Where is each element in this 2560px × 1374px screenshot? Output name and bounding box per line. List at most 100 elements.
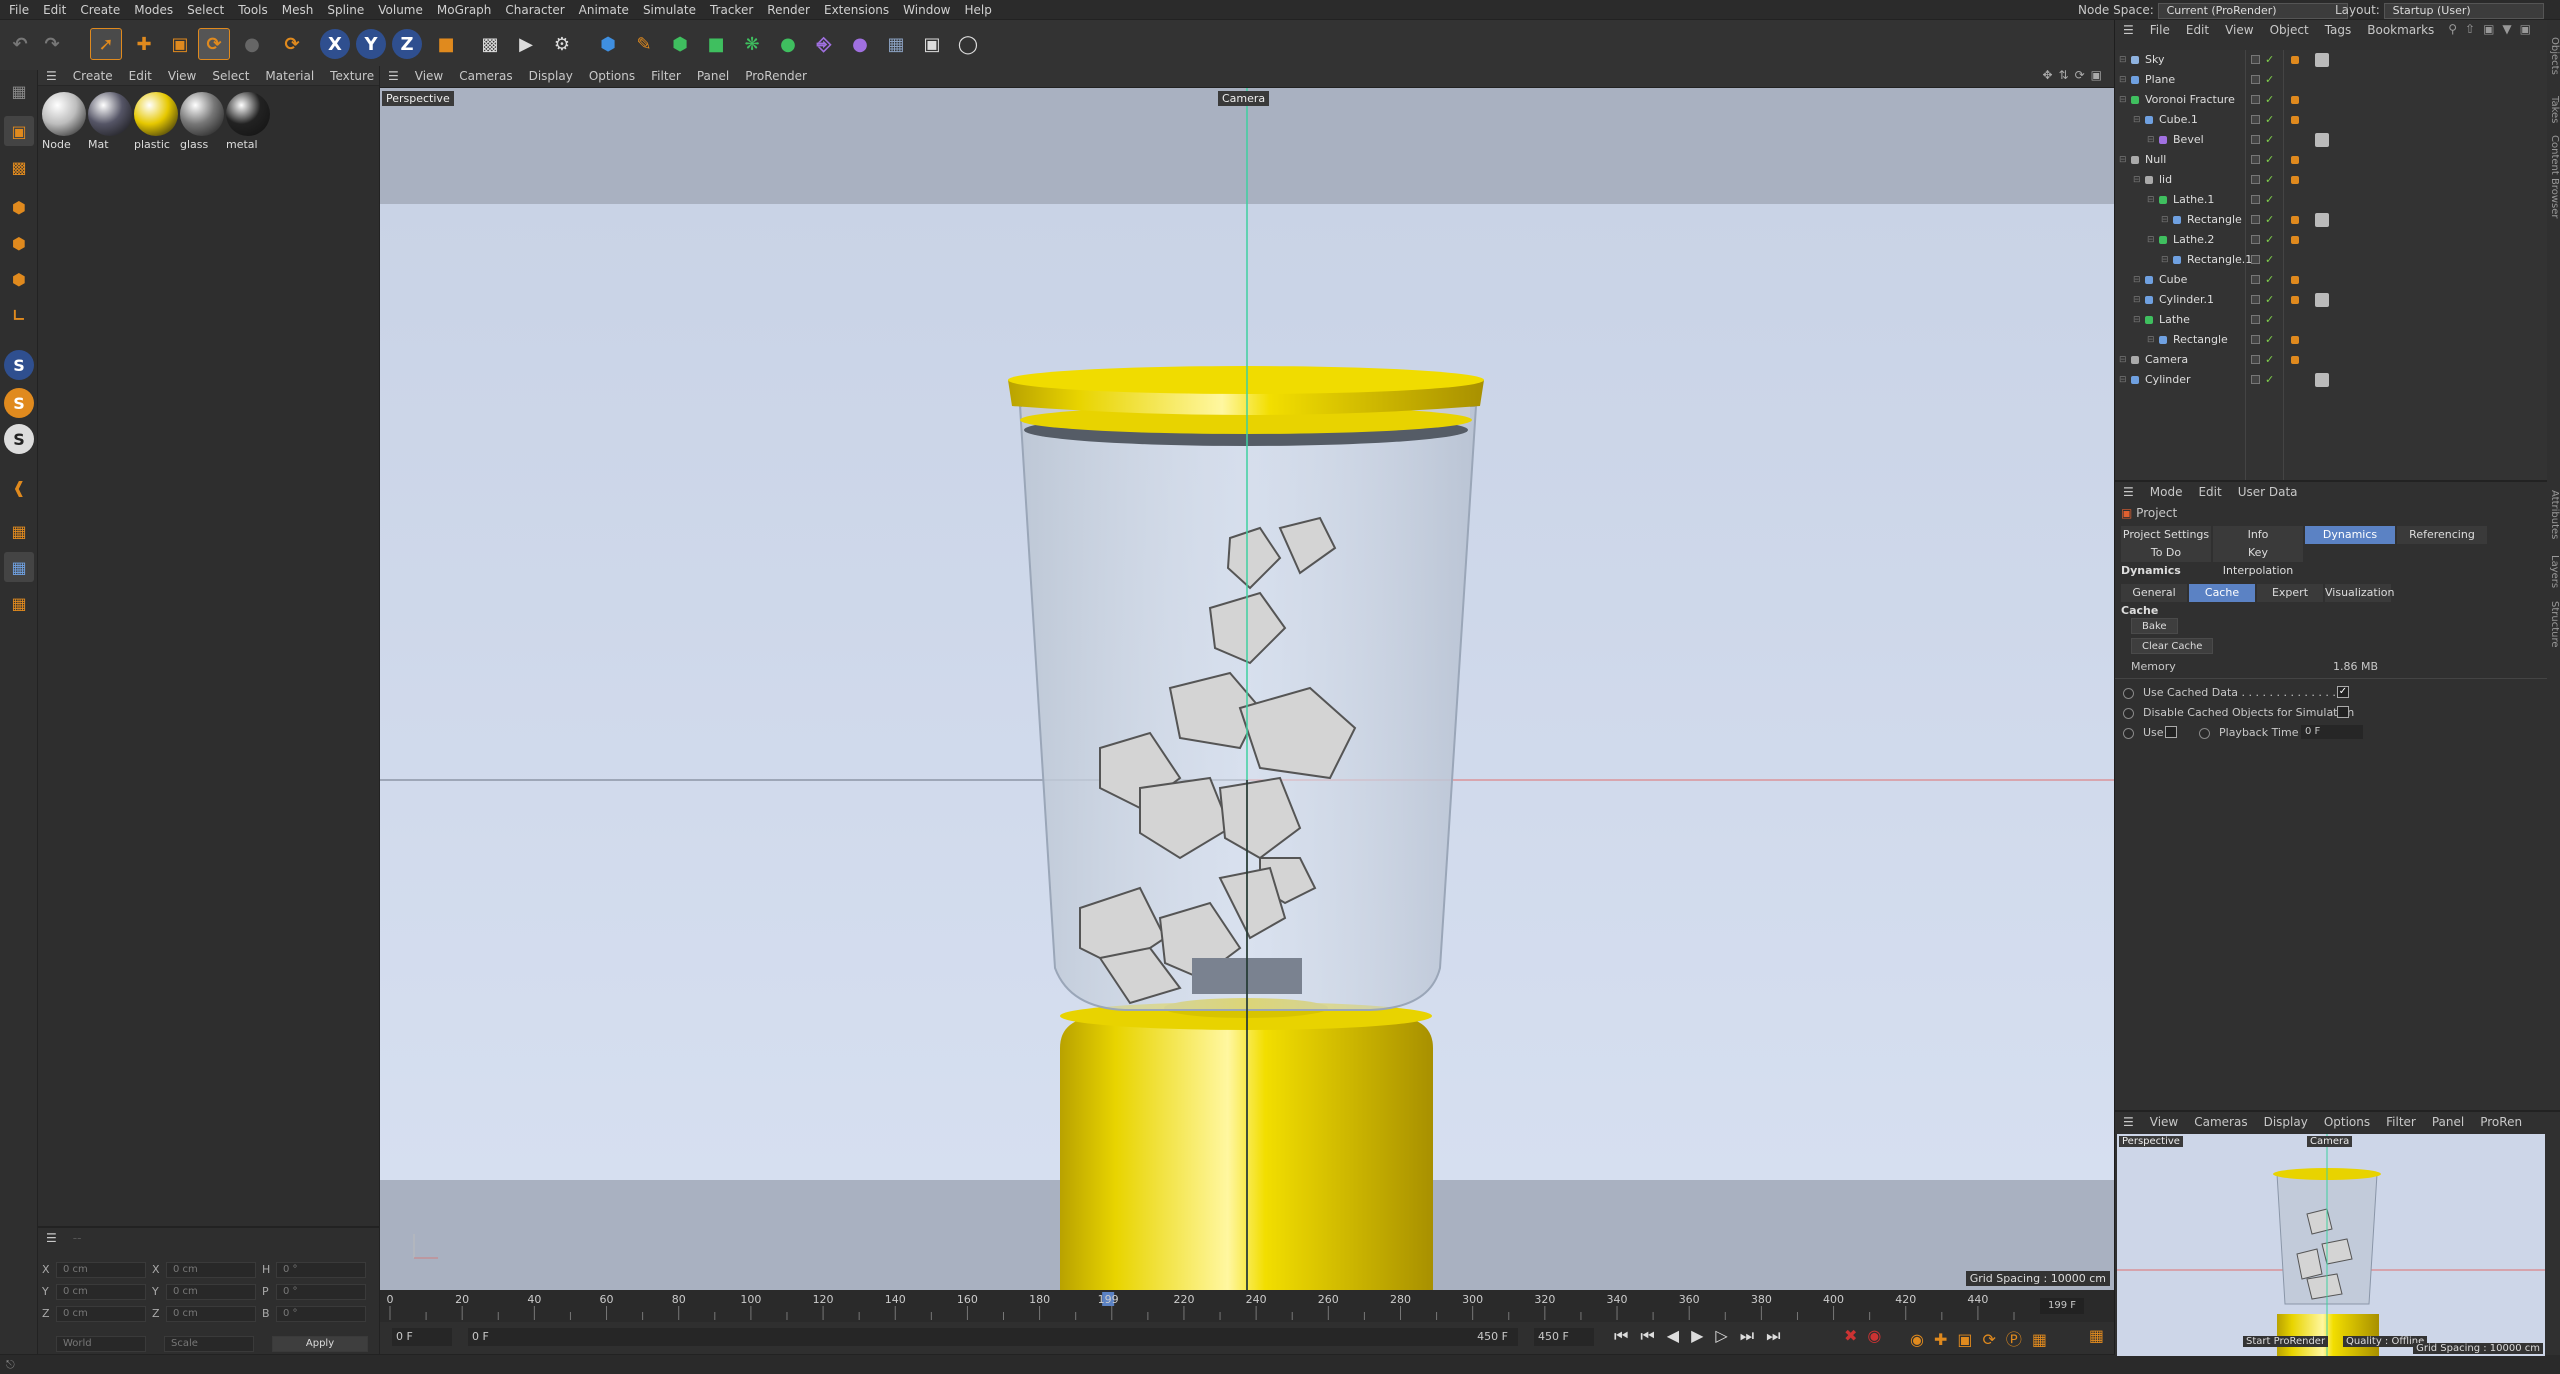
world-dropdown[interactable]: World	[56, 1336, 146, 1352]
object-row[interactable]: ⊟ Cube ✓	[2115, 270, 2547, 290]
enabled-check-icon[interactable]: ✓	[2265, 250, 2274, 270]
menu-create[interactable]: Create	[65, 66, 121, 86]
menu-extensions[interactable]: Extensions	[817, 0, 896, 20]
use-checkbox[interactable]	[2165, 726, 2177, 738]
secondary-camera-label[interactable]: Camera	[2307, 1136, 2353, 1147]
menu-prorender[interactable]: ProRender	[737, 66, 815, 86]
visibility-toggle[interactable]	[2251, 275, 2260, 284]
menu-file[interactable]: File	[2, 0, 36, 20]
perspective-label[interactable]: Perspective	[382, 91, 454, 106]
object-row[interactable]: ⊟ Sky ✓	[2115, 50, 2547, 70]
object-row[interactable]: ⊟ Lathe.1 ✓	[2115, 190, 2547, 210]
use-cached-checkbox[interactable]: ✓	[2337, 686, 2349, 698]
menu-proren[interactable]: ProRen	[2472, 1112, 2530, 1132]
use-radio[interactable]	[2123, 728, 2134, 739]
visibility-toggle[interactable]	[2251, 375, 2260, 384]
enabled-check-icon[interactable]: ✓	[2265, 270, 2274, 290]
tag-icon[interactable]	[2291, 296, 2299, 304]
floor-icon[interactable]: ▦	[880, 28, 912, 60]
playback-time-field[interactable]: 0 F	[2301, 725, 2363, 739]
menu-filter[interactable]: Filter	[2378, 1112, 2424, 1132]
bake-button[interactable]: Bake	[2131, 618, 2178, 634]
apply-button[interactable]: Apply	[272, 1336, 368, 1352]
node-space-dropdown[interactable]: Current (ProRender)	[2157, 2, 2348, 19]
menu-display[interactable]: Display	[2256, 1112, 2316, 1132]
menu-tags[interactable]: Tags	[2317, 20, 2360, 40]
side-tab-takes[interactable]: Takes	[2546, 90, 2560, 130]
material-tag-icon[interactable]	[2315, 293, 2329, 307]
tab-project-settings[interactable]: Project Settings	[2121, 526, 2211, 544]
end-frame-input[interactable]: 450 F	[1534, 1328, 1594, 1346]
extrude-icon[interactable]: ■	[700, 28, 732, 60]
menu-options[interactable]: Options	[581, 66, 643, 86]
visibility-toggle[interactable]	[2251, 195, 2260, 204]
enabled-check-icon[interactable]: ✓	[2265, 210, 2274, 230]
secondary-perspective-label[interactable]: Perspective	[2119, 1136, 2183, 1147]
tab-dynamics[interactable]: Dynamics	[2305, 526, 2395, 544]
visibility-toggle[interactable]	[2251, 55, 2260, 64]
visibility-toggle[interactable]	[2251, 135, 2260, 144]
menu-bookmarks[interactable]: Bookmarks	[2359, 20, 2442, 40]
expand-icon[interactable]: ⊟	[2147, 330, 2155, 350]
coord-field[interactable]: 0 °	[276, 1284, 366, 1300]
enabled-check-icon[interactable]: ✓	[2265, 150, 2274, 170]
tag-icon[interactable]	[2291, 176, 2299, 184]
end-frame-field[interactable]: 199 F	[2040, 1298, 2084, 1314]
undo-icon[interactable]: ↶	[4, 28, 36, 60]
side-tab-attributes[interactable]: Attributes	[2546, 480, 2560, 550]
tag-icon[interactable]	[2291, 276, 2299, 284]
playback-time-radio[interactable]	[2199, 728, 2210, 739]
subdivision-icon[interactable]: ⬢	[664, 28, 696, 60]
menu-select[interactable]: Select	[204, 66, 257, 86]
tag-icon[interactable]	[2291, 216, 2299, 224]
expand-icon[interactable]: ⊟	[2119, 90, 2127, 110]
menu-display[interactable]: Display	[521, 66, 581, 86]
cube-object-icon[interactable]: ⬢	[592, 28, 624, 60]
clear-cache-button[interactable]: Clear Cache	[2131, 638, 2214, 654]
enabled-check-icon[interactable]: ✓	[2265, 330, 2274, 350]
menu-panel[interactable]: Panel	[2424, 1112, 2472, 1132]
visibility-toggle[interactable]	[2251, 255, 2260, 264]
expand-icon[interactable]: ⊟	[2133, 270, 2141, 290]
axis-mode-icon[interactable]: ∟	[4, 300, 34, 330]
live-selection-icon[interactable]: ●	[236, 28, 268, 60]
material-plastic[interactable]: plastic	[134, 92, 180, 151]
redo-icon[interactable]: ↷	[36, 28, 68, 60]
material-node[interactable]: Node	[42, 92, 88, 151]
locked-workplane-icon[interactable]: ▦	[4, 588, 34, 618]
menu-file[interactable]: File	[2142, 20, 2178, 40]
hamburger-icon[interactable]: ☰	[38, 1228, 65, 1248]
hamburger-icon[interactable]: ☰	[38, 66, 65, 86]
menu-tracker[interactable]: Tracker	[703, 0, 760, 20]
secondary-viewport-canvas[interactable]: Perspective Camera Start ProRender Quali…	[2117, 1134, 2545, 1356]
material-metal[interactable]: metal	[226, 92, 272, 151]
object-row[interactable]: ⊟ Camera ✓	[2115, 350, 2547, 370]
menu-mograph[interactable]: MoGraph	[430, 0, 499, 20]
render-region-icon[interactable]: ▩	[474, 28, 506, 60]
menu-view[interactable]: View	[407, 66, 451, 86]
expand-icon[interactable]: ⊟	[2133, 110, 2141, 130]
expand-icon[interactable]: ⊟	[2147, 230, 2155, 250]
coord-field[interactable]: 0 cm	[166, 1306, 256, 1322]
object-row[interactable]: ⊟ Null ✓	[2115, 150, 2547, 170]
playback-controls[interactable]: ⏮⏮◀▶▷⏭⏭	[1614, 1326, 1793, 1346]
object-row[interactable]: ⊟ Cylinder.1 ✓	[2115, 290, 2547, 310]
workplane-icon[interactable]: ▦	[4, 516, 34, 546]
make-editable-icon[interactable]: ▦	[4, 76, 34, 106]
grid-icon[interactable]: ▦	[4, 552, 34, 582]
material-tag-icon[interactable]	[2315, 213, 2329, 227]
expand-icon[interactable]: ⊟	[2133, 290, 2141, 310]
menu-edit[interactable]: Edit	[2178, 20, 2217, 40]
coord-field[interactable]: 0 cm	[56, 1284, 146, 1300]
menu-tools[interactable]: Tools	[231, 0, 275, 20]
menu-material[interactable]: Material	[257, 66, 322, 86]
menu-render[interactable]: Render	[760, 0, 817, 20]
scale-dropdown[interactable]: Scale	[164, 1336, 254, 1352]
light-icon[interactable]: ◯	[952, 28, 984, 60]
expand-icon[interactable]: ⊟	[2119, 70, 2127, 90]
field-icon[interactable]: ●	[844, 28, 876, 60]
range-slider[interactable]: 0 F 450 F	[468, 1328, 1518, 1346]
record-icons[interactable]: ✖◉	[1844, 1326, 1891, 1345]
menu-modes[interactable]: Modes	[127, 0, 180, 20]
mograph-icon[interactable]: ●	[772, 28, 804, 60]
